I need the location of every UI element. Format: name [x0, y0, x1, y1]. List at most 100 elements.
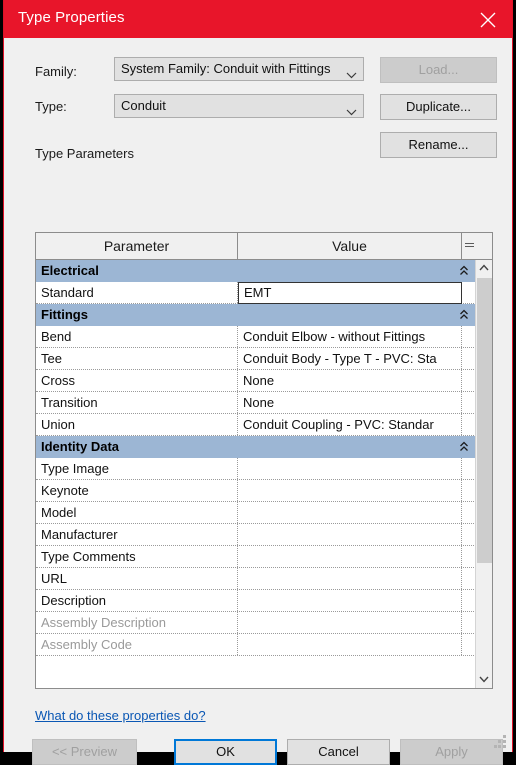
- parameter-name-cell: Assembly Code: [36, 634, 238, 655]
- parameter-name-cell: Model: [36, 502, 238, 523]
- table-row[interactable]: Assembly Code: [36, 634, 476, 656]
- parameter-value-cell[interactable]: [238, 524, 462, 545]
- parameter-group-header[interactable]: Fittings: [36, 304, 476, 326]
- type-value: Conduit: [121, 98, 166, 113]
- help-link[interactable]: What do these properties do?: [35, 708, 206, 723]
- table-row[interactable]: Description: [36, 590, 476, 612]
- parameter-value-cell[interactable]: None: [238, 370, 462, 391]
- parameter-value-cell[interactable]: [238, 634, 462, 655]
- parameter-name-cell: Union: [36, 414, 238, 435]
- table-row[interactable]: URL: [36, 568, 476, 590]
- table-row[interactable]: Model: [36, 502, 476, 524]
- collapse-group-icon[interactable]: [458, 308, 470, 322]
- parameter-name-cell: Bend: [36, 326, 238, 347]
- parameter-group-header[interactable]: Electrical: [36, 260, 476, 282]
- parameter-equals-cell[interactable]: [462, 370, 476, 391]
- table-row[interactable]: Type Comments: [36, 546, 476, 568]
- collapse-group-icon[interactable]: [458, 264, 470, 278]
- parameter-value-cell[interactable]: [238, 502, 462, 523]
- chevron-up-icon: [479, 264, 489, 271]
- table-scrollbar[interactable]: [475, 260, 492, 688]
- equals-icon: [464, 241, 474, 249]
- scroll-down-button[interactable]: [476, 671, 492, 688]
- parameter-value-cell[interactable]: [238, 458, 462, 479]
- parameter-equals-cell[interactable]: [462, 414, 476, 435]
- parameter-equals-cell[interactable]: [462, 524, 476, 545]
- parameter-value-cell[interactable]: [238, 590, 462, 611]
- parameter-value-cell[interactable]: Conduit Body - Type T - PVC: Sta: [238, 348, 462, 369]
- parameter-equals-cell[interactable]: [462, 348, 476, 369]
- duplicate-button[interactable]: Duplicate...: [380, 94, 497, 120]
- parameter-equals-cell[interactable]: [462, 568, 476, 589]
- parameter-value-cell[interactable]: None: [238, 392, 462, 413]
- table-row[interactable]: Manufacturer: [36, 524, 476, 546]
- parameter-equals-cell[interactable]: [462, 612, 476, 633]
- column-header-value[interactable]: Value: [238, 233, 462, 259]
- type-dropdown[interactable]: Conduit: [114, 94, 364, 118]
- chevron-down-icon: [346, 66, 357, 84]
- family-dropdown[interactable]: System Family: Conduit with Fittings: [114, 57, 364, 81]
- family-label: Family:: [35, 64, 77, 79]
- apply-button[interactable]: Apply: [400, 739, 503, 765]
- parameter-name-cell: Description: [36, 590, 238, 611]
- table-row[interactable]: Transition None: [36, 392, 476, 414]
- parameter-equals-cell[interactable]: [462, 480, 476, 501]
- resize-grip-icon[interactable]: [494, 735, 507, 748]
- parameter-name-cell: Keynote: [36, 480, 238, 501]
- parameter-value-cell[interactable]: [238, 480, 462, 501]
- parameter-value-cell[interactable]: [238, 612, 462, 633]
- parameter-group-label: Identity Data: [41, 439, 120, 454]
- parameter-equals-cell[interactable]: [462, 502, 476, 523]
- table-row[interactable]: Cross None: [36, 370, 476, 392]
- dialog-title: Type Properties: [18, 9, 125, 26]
- type-parameters-label: Type Parameters: [35, 146, 134, 161]
- family-value: System Family: Conduit with Fittings: [121, 61, 331, 76]
- rename-button[interactable]: Rename...: [380, 132, 497, 158]
- parameter-equals-cell[interactable]: [462, 634, 476, 655]
- collapse-group-icon[interactable]: [458, 440, 470, 454]
- parameter-group-label: Fittings: [41, 307, 88, 322]
- parameter-group-label: Electrical: [41, 263, 99, 278]
- scrollbar-thumb[interactable]: [477, 278, 492, 563]
- column-header-parameter[interactable]: Parameter: [36, 233, 238, 259]
- parameter-name-cell: Cross: [36, 370, 238, 391]
- table-row[interactable]: Tee Conduit Body - Type T - PVC: Sta: [36, 348, 476, 370]
- screen-root: Type Properties Family: System Family: C…: [0, 0, 516, 765]
- parameter-equals-cell[interactable]: [462, 392, 476, 413]
- parameter-equals-cell[interactable]: [462, 458, 476, 479]
- parameter-equals-cell[interactable]: [462, 282, 476, 303]
- parameter-value-cell[interactable]: [238, 568, 462, 589]
- parameter-equals-cell[interactable]: [462, 546, 476, 567]
- parameter-group-header[interactable]: Identity Data: [36, 436, 476, 458]
- preview-button[interactable]: << Preview: [32, 739, 137, 765]
- parameter-equals-cell[interactable]: [462, 326, 476, 347]
- load-button[interactable]: Load...: [380, 57, 497, 83]
- parameter-equals-cell[interactable]: [462, 590, 476, 611]
- column-header-equals[interactable]: [462, 233, 476, 259]
- parameter-name-cell: Transition: [36, 392, 238, 413]
- type-properties-dialog: Type Properties Family: System Family: C…: [3, 0, 513, 765]
- table-row[interactable]: Bend Conduit Elbow - without Fittings: [36, 326, 476, 348]
- scroll-up-button[interactable]: [476, 260, 492, 277]
- parameter-name-cell: Standard: [36, 282, 238, 303]
- parameter-value-cell[interactable]: [238, 546, 462, 567]
- table-header-row: Parameter Value: [36, 233, 492, 260]
- ok-button[interactable]: OK: [174, 739, 277, 765]
- parameter-value-input[interactable]: EMT: [238, 282, 462, 304]
- parameter-value-cell[interactable]: Conduit Elbow - without Fittings: [238, 326, 462, 347]
- table-row[interactable]: Standard EMT: [36, 282, 476, 304]
- chevron-down-icon: [479, 676, 489, 683]
- table-body: Electrical Standard EMT Fittings Bend Conduit…: [36, 260, 476, 688]
- dialog-titlebar: Type Properties: [4, 0, 512, 38]
- parameter-name-cell: Assembly Description: [36, 612, 238, 633]
- parameter-name-cell: Manufacturer: [36, 524, 238, 545]
- cancel-button[interactable]: Cancel: [287, 739, 390, 765]
- type-parameters-table: Parameter Value Electrical Standard EMT Fit…: [35, 232, 493, 689]
- table-row[interactable]: Assembly Description: [36, 612, 476, 634]
- parameter-name-cell: URL: [36, 568, 238, 589]
- table-row[interactable]: Union Conduit Coupling - PVC: Standar: [36, 414, 476, 436]
- close-button[interactable]: [466, 0, 512, 38]
- table-row[interactable]: Type Image: [36, 458, 476, 480]
- parameter-value-cell[interactable]: Conduit Coupling - PVC: Standar: [238, 414, 462, 435]
- table-row[interactable]: Keynote: [36, 480, 476, 502]
